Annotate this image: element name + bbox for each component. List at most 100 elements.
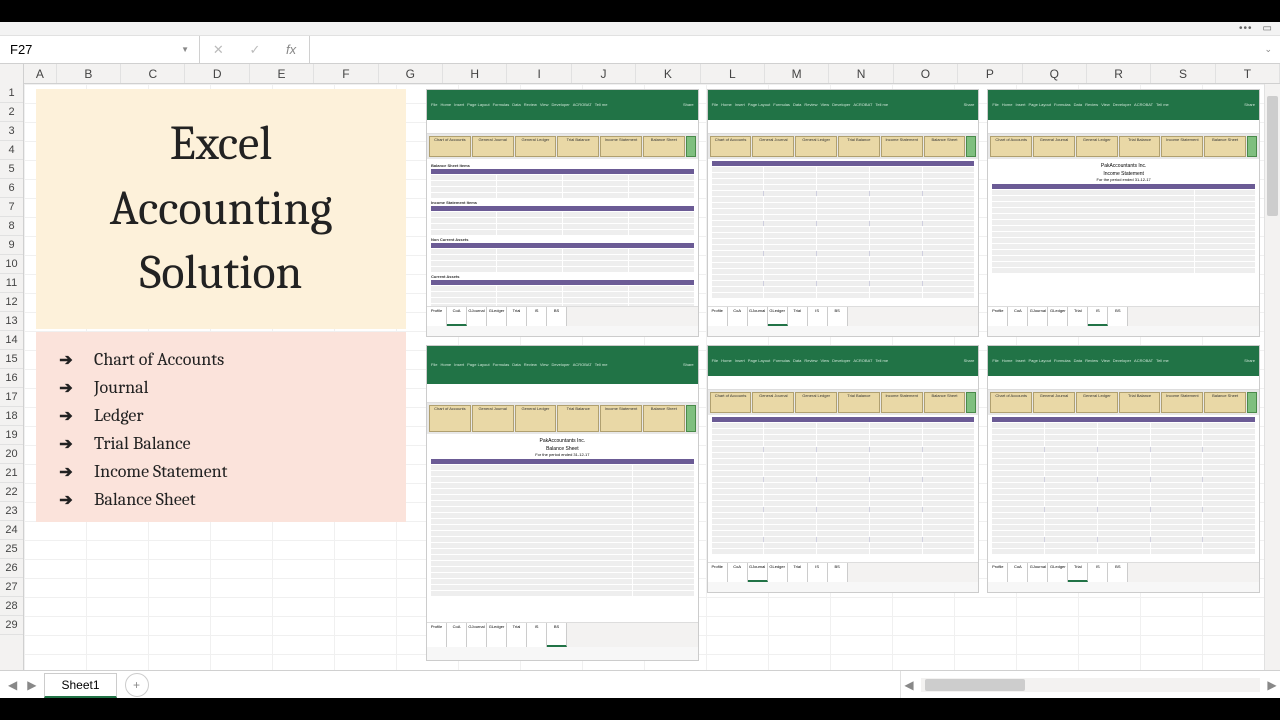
cancel-formula-icon[interactable]: ✕	[213, 42, 224, 58]
col-header[interactable]: A	[24, 64, 57, 83]
row-header[interactable]: 15	[0, 350, 23, 369]
row-header[interactable]: 23	[0, 502, 23, 521]
col-header[interactable]: D	[185, 64, 249, 83]
row-header[interactable]: 2	[0, 103, 23, 122]
ribbon-options-icon[interactable]: •••	[1239, 23, 1253, 34]
feature-label: Chart of Accounts	[94, 349, 224, 370]
row-header[interactable]: 14	[0, 331, 23, 350]
feature-item: ➔Trial Balance	[56, 433, 386, 454]
expand-formula-bar-icon[interactable]: ⌄	[1264, 44, 1272, 55]
row-header[interactable]: 29	[0, 616, 23, 635]
row-header[interactable]: 24	[0, 521, 23, 540]
row-header[interactable]: 17	[0, 388, 23, 407]
feature-item: ➔Chart of Accounts	[56, 349, 386, 370]
row-header[interactable]: 1	[0, 84, 23, 103]
title-line: Accounting	[110, 177, 333, 242]
column-headers: A B C D E F G H I J K L M N O P Q R S T	[0, 64, 1280, 84]
vertical-scrollbar[interactable]	[1264, 84, 1280, 670]
row-header[interactable]: 13	[0, 312, 23, 331]
row-header[interactable]: 21	[0, 464, 23, 483]
col-header[interactable]: R	[1087, 64, 1151, 83]
arrow-icon: ➔	[56, 490, 76, 509]
row-header[interactable]: 8	[0, 217, 23, 236]
thumbnail-coa: FileHomeInsertPage LayoutFormulasDataRev…	[426, 89, 699, 337]
row-header[interactable]: 25	[0, 540, 23, 559]
row-header[interactable]: 12	[0, 293, 23, 312]
title-block: Excel Accounting Solution	[36, 89, 406, 329]
worksheet-area: A B C D E F G H I J K L M N O P Q R S T …	[0, 64, 1280, 670]
sheet-nav-next-icon[interactable]: ▶	[27, 678, 36, 692]
col-header[interactable]: I	[507, 64, 571, 83]
formula-bar[interactable]: ⌄	[310, 36, 1280, 63]
col-header[interactable]: H	[443, 64, 507, 83]
thumbnail-balance-sheet: FileHomeInsertPage LayoutFormulasDataRev…	[426, 345, 699, 661]
row-header[interactable]: 10	[0, 255, 23, 274]
scroll-left-icon[interactable]: ◀	[901, 678, 917, 692]
col-header[interactable]: Q	[1023, 64, 1087, 83]
insert-function-icon[interactable]: fx	[286, 42, 296, 57]
thumbnail-gledger: FileHomeInsertPage LayoutFormulasDataRev…	[707, 89, 980, 337]
formula-buttons: ✕ ✓ fx	[200, 36, 310, 63]
feature-label: Trial Balance	[94, 433, 191, 454]
col-header[interactable]: G	[379, 64, 443, 83]
name-box-value: F27	[10, 42, 32, 57]
sheet-nav-prev-icon[interactable]: ◀	[8, 678, 17, 692]
title-line: Solution	[140, 241, 303, 306]
name-box[interactable]: F27 ▼	[0, 36, 200, 63]
row-header[interactable]: 27	[0, 578, 23, 597]
horizontal-scrollbar[interactable]	[921, 678, 1260, 692]
scrollbar-thumb[interactable]	[925, 679, 1025, 691]
sheet-tab-active[interactable]: Sheet1	[44, 673, 116, 698]
col-header[interactable]: F	[314, 64, 378, 83]
col-header[interactable]: O	[894, 64, 958, 83]
col-header[interactable]: P	[958, 64, 1022, 83]
thumbnail-grid: FileHomeInsertPage LayoutFormulasDataRev…	[426, 89, 1260, 668]
title-line: Excel	[170, 112, 272, 177]
grid[interactable]: Excel Accounting Solution ➔Chart of Acco…	[24, 84, 1264, 670]
col-header[interactable]: S	[1151, 64, 1215, 83]
row-header[interactable]: 28	[0, 597, 23, 616]
enter-formula-icon[interactable]: ✓	[249, 42, 260, 58]
row-header[interactable]: 3	[0, 122, 23, 141]
feature-item: ➔Ledger	[56, 405, 386, 426]
row-header[interactable]: 26	[0, 559, 23, 578]
row-header[interactable]: 9	[0, 236, 23, 255]
name-box-dropdown-icon[interactable]: ▼	[181, 45, 189, 54]
feature-label: Income Statement	[94, 461, 228, 482]
select-all-corner[interactable]	[0, 64, 24, 84]
col-header[interactable]: K	[636, 64, 700, 83]
arrow-icon: ➔	[56, 406, 76, 425]
col-header[interactable]: C	[121, 64, 185, 83]
row-header[interactable]: 18	[0, 407, 23, 426]
row-headers: 1234567891011121314151617181920212223242…	[0, 84, 24, 670]
scroll-right-icon[interactable]: ▶	[1264, 678, 1280, 692]
row-header[interactable]: 11	[0, 274, 23, 293]
row-header[interactable]: 19	[0, 426, 23, 445]
row-header[interactable]: 5	[0, 160, 23, 179]
new-sheet-button[interactable]: +	[125, 673, 149, 697]
ribbon-display-icon[interactable]: ▭	[1263, 23, 1272, 34]
scrollbar-thumb[interactable]	[1267, 96, 1278, 216]
feature-item: ➔Journal	[56, 377, 386, 398]
col-header[interactable]: J	[572, 64, 636, 83]
formula-bar-row: F27 ▼ ✕ ✓ fx ⌄	[0, 36, 1280, 64]
col-header[interactable]: M	[765, 64, 829, 83]
row-header[interactable]: 16	[0, 369, 23, 388]
thumbnail-trial: FileHomeInsertPage LayoutFormulasDataRev…	[987, 345, 1260, 593]
sheet-nav: ◀ ▶	[0, 678, 44, 692]
col-header[interactable]: E	[250, 64, 314, 83]
horizontal-scroll-zone: ◀ ▶	[900, 671, 1280, 698]
sheet-tabs: Sheet1	[44, 671, 116, 698]
row-header[interactable]: 6	[0, 179, 23, 198]
status-bar-row: ◀ ▶ Sheet1 + ◀ ▶	[0, 670, 1280, 698]
feature-item: ➔Income Statement	[56, 461, 386, 482]
col-header[interactable]: L	[701, 64, 765, 83]
row-header[interactable]: 7	[0, 198, 23, 217]
row-header[interactable]: 22	[0, 483, 23, 502]
col-header[interactable]: B	[57, 64, 121, 83]
row-header[interactable]: 4	[0, 141, 23, 160]
row-header[interactable]: 20	[0, 445, 23, 464]
col-header[interactable]: T	[1216, 64, 1280, 83]
thumbnail-income-statement: FileHomeInsertPage LayoutFormulasDataRev…	[987, 89, 1260, 337]
col-header[interactable]: N	[829, 64, 893, 83]
